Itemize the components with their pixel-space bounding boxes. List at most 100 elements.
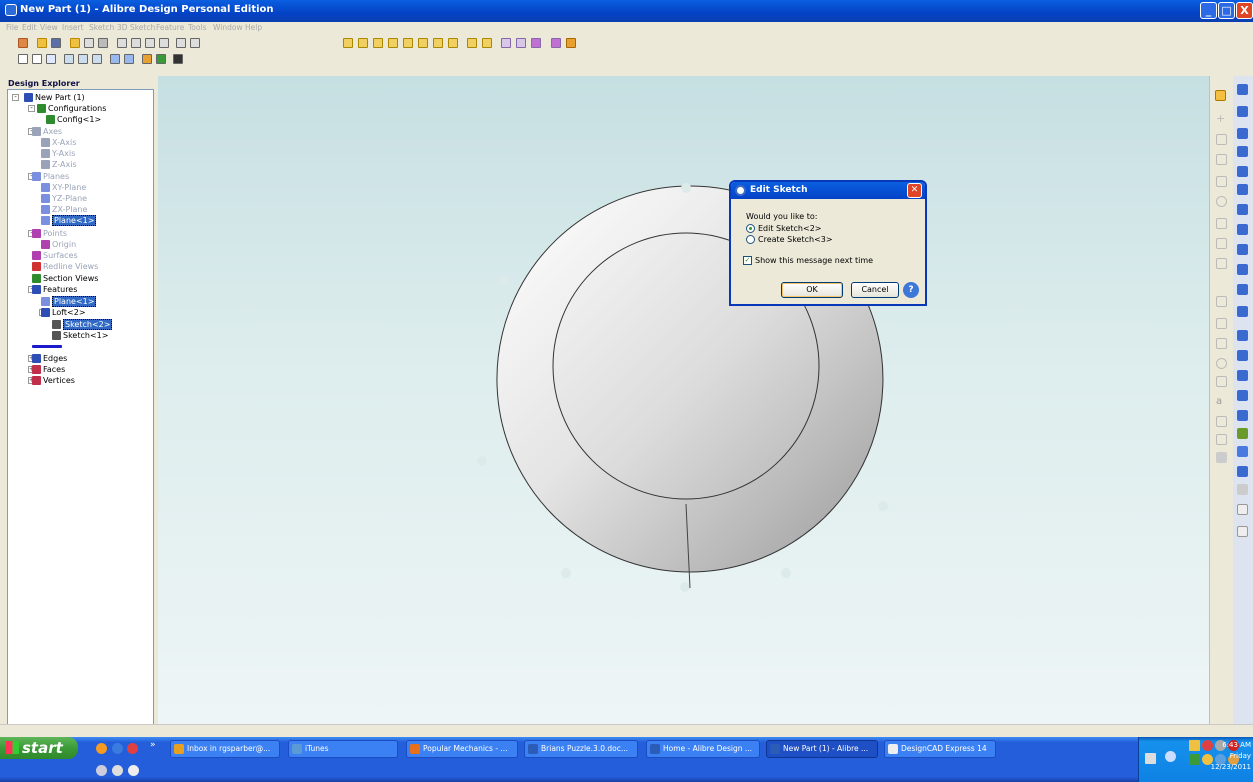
print-icon[interactable] (98, 38, 108, 48)
taskbar-button[interactable]: DesignCAD Express 14 (884, 740, 996, 758)
view-isometric-icon[interactable] (433, 38, 443, 48)
section-icon[interactable] (516, 38, 526, 48)
text-icon[interactable]: a (1216, 396, 1227, 407)
tree-item[interactable]: Section Views (32, 273, 98, 284)
arc-icon[interactable] (1216, 218, 1227, 229)
tree-item[interactable]: XY-Plane (41, 182, 86, 193)
option-edit-sketch[interactable]: Edit Sketch<2> (746, 224, 821, 233)
check-icon[interactable] (156, 54, 166, 64)
equation-icon[interactable] (1237, 504, 1248, 515)
rectangle-icon[interactable] (1216, 238, 1227, 249)
revolve-icon[interactable] (1237, 106, 1248, 117)
close-button[interactable]: X (1236, 2, 1253, 19)
open-icon[interactable] (37, 38, 47, 48)
extrude-icon[interactable] (1237, 84, 1248, 95)
cut-extrude-icon[interactable] (1237, 166, 1248, 177)
view-bottom-icon[interactable] (418, 38, 428, 48)
cursor-tool-icon[interactable] (566, 38, 576, 48)
point-icon[interactable] (1216, 134, 1227, 145)
sweep-icon[interactable] (1237, 128, 1248, 139)
cut-loft-icon[interactable] (1237, 224, 1248, 235)
fillet-icon[interactable] (1216, 338, 1227, 349)
line-icon[interactable] (1216, 154, 1227, 165)
copy-icon[interactable] (131, 38, 141, 48)
tree-item[interactable]: Config<1> (46, 114, 101, 125)
help-tray-icon[interactable] (1145, 753, 1156, 764)
zoom-box-icon[interactable] (32, 54, 42, 64)
select-arrow-icon[interactable] (18, 54, 28, 64)
part-rendering[interactable] (158, 76, 1209, 724)
3d-viewport[interactable] (158, 76, 1209, 724)
tree-item[interactable]: Features (32, 284, 77, 295)
tree-expand-toggle[interactable]: - (12, 94, 19, 101)
tree-item[interactable]: Z-Axis (41, 159, 77, 170)
mirror-feature-icon[interactable] (1237, 410, 1248, 421)
tree-expand-toggle[interactable]: - (28, 105, 35, 112)
trim-icon[interactable] (1216, 318, 1227, 329)
view-back-icon[interactable] (358, 38, 368, 48)
minimize-button[interactable]: _ (1200, 2, 1217, 19)
crosshair-icon[interactable]: + (1216, 112, 1227, 125)
tree-item[interactable]: Vertices (32, 375, 75, 386)
tree-item[interactable]: X-Axis (41, 137, 76, 148)
pattern-icon[interactable] (1216, 416, 1227, 427)
cut-icon[interactable] (117, 38, 127, 48)
paste-icon[interactable] (145, 38, 155, 48)
simulate-icon[interactable] (1237, 466, 1248, 477)
view-top-icon[interactable] (403, 38, 413, 48)
offset-icon[interactable] (1216, 358, 1227, 369)
taskbar-button[interactable]: Brians Puzzle.3.0.doc... (524, 740, 638, 758)
taskbar-button[interactable]: New Part (1) - Alibre ... (766, 740, 878, 758)
dimension-icon[interactable] (1216, 296, 1227, 307)
start-button[interactable]: start (0, 737, 78, 759)
hole-icon[interactable] (1237, 244, 1248, 255)
tree-item[interactable]: Plane<1> (41, 296, 97, 307)
tree-item[interactable]: Redline Views (32, 261, 98, 272)
tree-item[interactable]: New Part (1) (24, 92, 85, 103)
menu-sketch[interactable]: Sketch (89, 23, 114, 32)
flip-horizontal-icon[interactable] (467, 38, 477, 48)
spline-icon[interactable] (1216, 176, 1227, 187)
menu-view[interactable]: View (40, 23, 58, 32)
menu-file[interactable]: File (6, 23, 19, 32)
radio-create-sketch[interactable] (746, 235, 755, 244)
tree-item[interactable]: Axes (32, 126, 62, 137)
measure-icon[interactable] (501, 38, 511, 48)
show-message-checkbox-row[interactable]: ✓ Show this message next time (743, 256, 873, 265)
menu-window[interactable]: Window (213, 23, 243, 32)
tree-item[interactable]: Sketch<1> (52, 330, 108, 341)
taskbar-button[interactable]: Home - Alibre Design ... (646, 740, 760, 758)
chamfer-icon[interactable] (1237, 306, 1248, 317)
loft-feature-icon[interactable] (1237, 146, 1248, 157)
ok-button[interactable]: OK (781, 282, 843, 298)
zoom-window-icon[interactable] (78, 54, 88, 64)
tree-item[interactable]: Surfaces (32, 250, 78, 261)
tree-item[interactable]: ZX-Plane (41, 204, 87, 215)
construction-icon[interactable] (1216, 452, 1227, 463)
tree-item[interactable]: Configurations (37, 103, 106, 114)
taskbar-button[interactable]: Inbox in rgsparber@... (170, 740, 280, 758)
maximize-button[interactable]: □ (1218, 2, 1235, 19)
design-tree[interactable]: -New Part (1)-ConfigurationsConfig<1>-Ax… (7, 89, 154, 782)
circle-icon[interactable] (1216, 196, 1227, 207)
tree-item[interactable] (32, 341, 64, 352)
view-front-icon[interactable] (343, 38, 353, 48)
quicklaunch-app-icon[interactable] (127, 743, 138, 754)
forward-arrow-icon[interactable] (124, 54, 134, 64)
view-normal-icon[interactable] (448, 38, 458, 48)
tree-item[interactable]: Y-Axis (41, 148, 75, 159)
tree-item[interactable]: Faces (32, 364, 65, 375)
tree-item[interactable]: YZ-Plane (41, 193, 87, 204)
tree-item[interactable]: Planes (32, 171, 69, 182)
quicklaunch-chevron-icon[interactable]: » (150, 740, 156, 750)
taskbar-button[interactable]: Popular Mechanics - ... (406, 740, 518, 758)
assembly-tool-icon[interactable] (551, 38, 561, 48)
menu-insert[interactable]: Insert (62, 23, 84, 32)
back-arrow-icon[interactable] (110, 54, 120, 64)
menu-feature[interactable]: Feature (156, 23, 184, 32)
alibre-app-icon[interactable] (5, 4, 17, 16)
circular-pattern-icon[interactable] (1237, 390, 1248, 401)
tree-item[interactable]: Sketch<2> (52, 319, 113, 330)
cancel-button[interactable]: Cancel (851, 282, 899, 298)
export-icon[interactable] (70, 38, 80, 48)
